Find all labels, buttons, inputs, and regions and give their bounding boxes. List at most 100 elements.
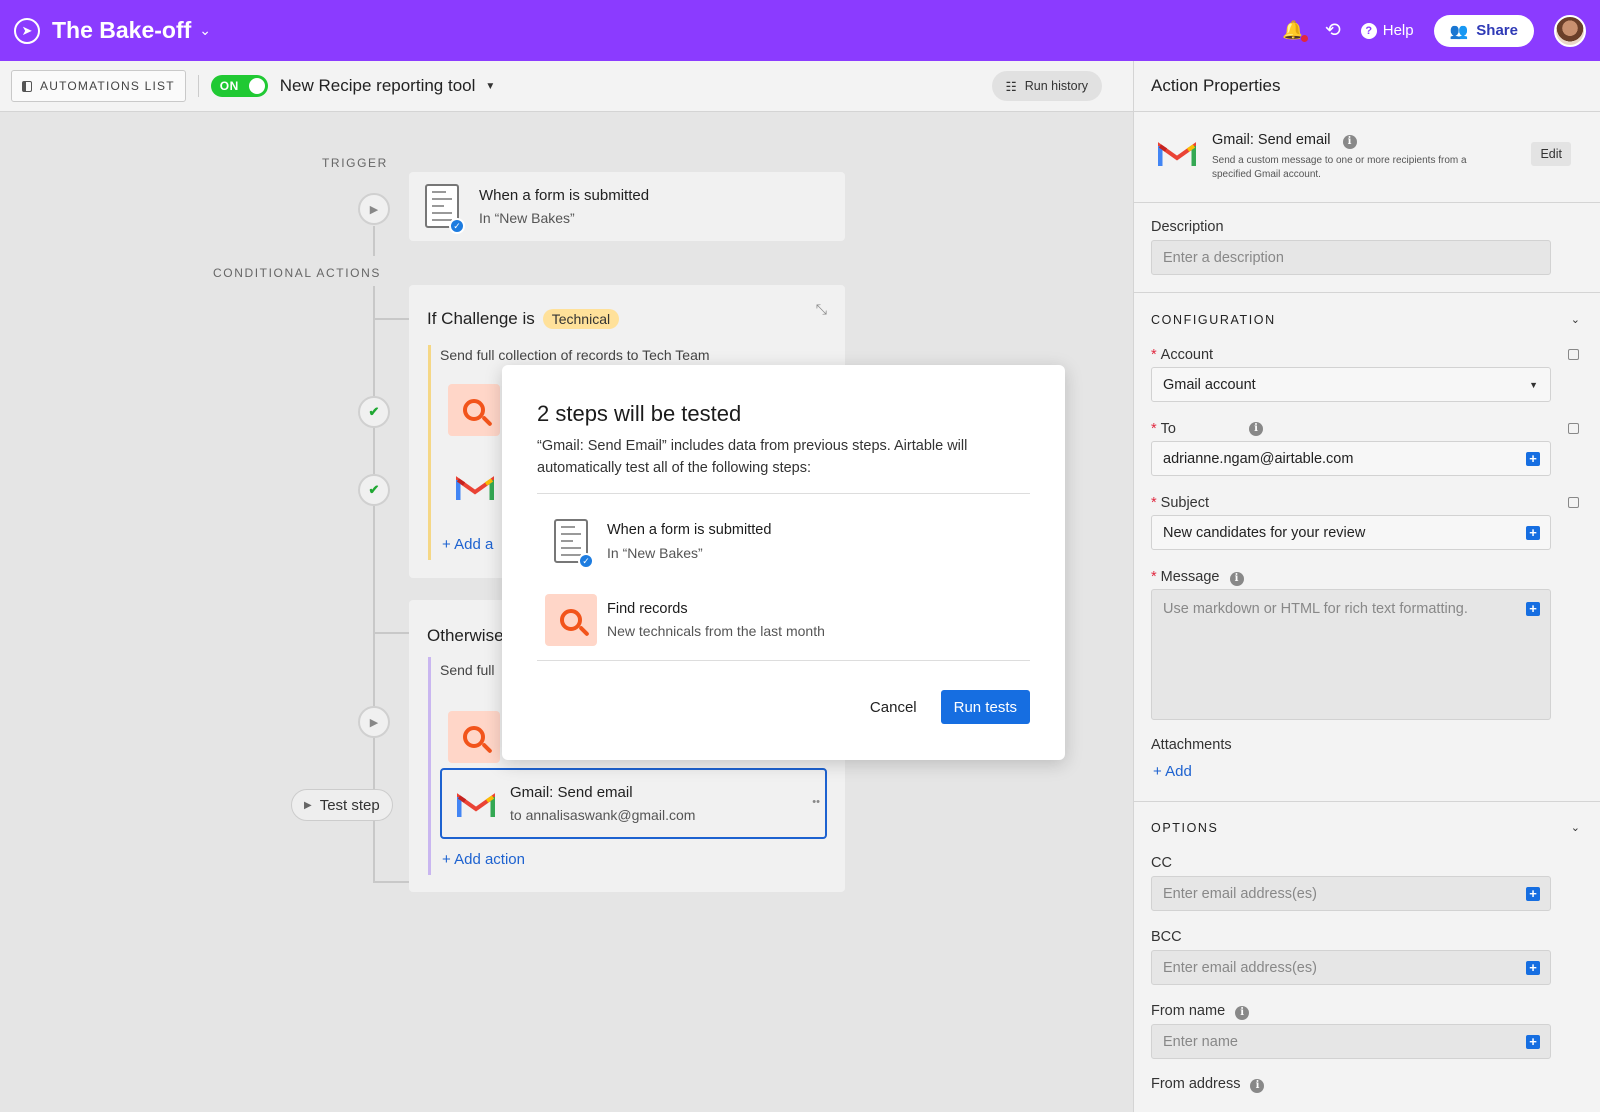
bell-icon[interactable]: 🔔 xyxy=(1282,20,1309,43)
selected-gmail-step[interactable]: Gmail: Send email to annalisaswank@gmail… xyxy=(440,768,827,839)
insert-field-icon[interactable]: + xyxy=(1526,525,1540,540)
info-icon[interactable]: i xyxy=(1250,1079,1265,1093)
from-name-input[interactable]: Enter name + xyxy=(1151,1024,1551,1059)
account-select[interactable]: Gmail account ▼ xyxy=(1151,367,1551,402)
drag-handle-icon[interactable]: •• xyxy=(812,796,820,808)
modal-title: 2 steps will be tested xyxy=(537,401,742,426)
gmail-step-subtitle: to annalisaswank@gmail.com xyxy=(510,807,696,823)
list-item: ✓ When a form is submitted In “New Bakes… xyxy=(537,494,1030,572)
play-node-icon[interactable]: ▶ xyxy=(358,706,390,738)
bcc-placeholder: Enter email address(es) xyxy=(1163,959,1317,976)
avatar[interactable] xyxy=(1554,14,1586,47)
caret-down-icon: ▼ xyxy=(1529,379,1538,390)
share-button[interactable]: 👥 Share xyxy=(1433,14,1534,47)
play-node-icon[interactable]: ▶ xyxy=(358,193,390,225)
subject-input[interactable]: New candidates for your review + xyxy=(1151,515,1551,550)
insert-field-icon[interactable]: + xyxy=(1526,451,1540,466)
top-bar: ➤ The Bake-off ⌄ 🔔 ⟲ ? Help 👥 Share xyxy=(0,0,1600,61)
connector-line xyxy=(373,318,410,320)
chevron-down-icon[interactable]: ⌄ xyxy=(1571,313,1580,326)
edit-button[interactable]: Edit xyxy=(1531,142,1571,166)
message-label: Message xyxy=(1160,569,1220,585)
cc-label: CC xyxy=(1151,855,1172,871)
trigger-subtitle: In “New Bakes” xyxy=(479,210,575,226)
search-icon xyxy=(545,594,597,646)
automation-toolbar: AUTOMATIONS LIST ON New Recipe reporting… xyxy=(0,61,1133,112)
bcc-input[interactable]: Enter email address(es) + xyxy=(1151,950,1551,985)
to-input[interactable]: adrianne.ngam@airtable.com + xyxy=(1151,441,1551,476)
divider xyxy=(197,75,199,97)
action-summary: Gmail: Send email i Send a custom messag… xyxy=(1134,112,1600,203)
info-icon[interactable]: i xyxy=(1235,1006,1250,1020)
cc-input[interactable]: Enter email address(es) + xyxy=(1151,876,1551,911)
action-properties-panel: Action Properties Gmail: Send email i Se… xyxy=(1133,61,1600,1112)
cancel-button[interactable]: Cancel xyxy=(870,699,917,716)
base-title[interactable]: The Bake-off xyxy=(52,17,191,44)
check-node-icon[interactable]: ✔ xyxy=(358,396,390,428)
automation-toggle[interactable]: ON xyxy=(210,75,268,97)
trigger-label: TRIGGER xyxy=(322,156,388,170)
divider xyxy=(1134,292,1600,293)
divider xyxy=(537,660,1030,661)
attachments-label: Attachments xyxy=(1151,737,1232,753)
insert-field-icon[interactable]: + xyxy=(1526,960,1540,975)
condition-tag[interactable]: Technical xyxy=(542,309,620,329)
collapse-icon[interactable]: ⤡ xyxy=(816,301,827,318)
add-action-link[interactable]: + Add action xyxy=(442,851,525,868)
from-name-label: From name xyxy=(1151,1003,1226,1019)
share-label: Share xyxy=(1476,22,1518,39)
insert-field-icon[interactable]: + xyxy=(1526,886,1540,901)
add-action-link[interactable]: + Add a xyxy=(442,536,493,553)
insert-field-icon[interactable]: + xyxy=(1526,602,1540,616)
toggle-label: ON xyxy=(219,79,239,93)
history-icon[interactable]: ⟲ xyxy=(1325,19,1341,42)
chevron-down-icon[interactable]: ⌄ xyxy=(199,22,211,39)
insert-field-icon[interactable]: + xyxy=(1526,1034,1540,1049)
run-history-label: Run history xyxy=(1024,79,1088,93)
branch-description: Send full xyxy=(440,662,495,678)
run-tests-button[interactable]: Run tests xyxy=(940,690,1030,724)
action-description: Send a custom message to one or more rec… xyxy=(1212,155,1467,180)
configuration-header[interactable]: CONFIGURATION xyxy=(1151,313,1276,327)
options-header[interactable]: OPTIONS xyxy=(1151,821,1218,835)
info-icon[interactable]: i xyxy=(1342,135,1357,149)
gmail-icon[interactable] xyxy=(456,474,494,502)
step-subtitle: New technicals from the last month xyxy=(607,623,825,639)
external-link-icon[interactable] xyxy=(1568,423,1579,434)
from-address-label: From address xyxy=(1151,1076,1241,1092)
branch-bar xyxy=(428,345,431,560)
step-title: Find records xyxy=(607,601,688,617)
list-icon: ☷ xyxy=(1005,79,1017,94)
info-icon[interactable]: i xyxy=(1249,422,1263,436)
external-link-icon[interactable] xyxy=(1568,349,1579,360)
message-textarea[interactable]: Use markdown or HTML for rich text forma… xyxy=(1151,589,1551,720)
search-icon[interactable] xyxy=(448,711,500,763)
run-history-button[interactable]: ☷ Run history xyxy=(991,71,1102,101)
condition-title: If Challenge is xyxy=(427,309,535,328)
automations-list-button[interactable]: AUTOMATIONS LIST xyxy=(11,70,186,102)
automation-name[interactable]: New Recipe reporting tool xyxy=(280,76,476,96)
step-title: When a form is submitted xyxy=(607,522,772,538)
help-button[interactable]: ? Help xyxy=(1360,22,1414,39)
description-input[interactable]: Enter a description xyxy=(1151,240,1551,275)
info-icon[interactable]: i xyxy=(1229,572,1244,586)
add-attachment-link[interactable]: + Add xyxy=(1153,763,1192,780)
message-placeholder: Use markdown or HTML for rich text forma… xyxy=(1163,601,1468,617)
chevron-down-icon[interactable]: ⌄ xyxy=(1571,821,1580,834)
compass-icon[interactable]: ➤ xyxy=(14,17,40,44)
external-link-icon[interactable] xyxy=(1568,497,1579,508)
search-icon[interactable] xyxy=(448,384,500,436)
to-label: To xyxy=(1160,421,1176,437)
caret-down-icon[interactable]: ▼ xyxy=(485,81,495,92)
gmail-icon xyxy=(1158,140,1196,168)
branch-description: Send full collection of records to Tech … xyxy=(440,347,710,363)
test-step-button[interactable]: ▶ Test step xyxy=(291,789,393,821)
action-name: Gmail: Send email xyxy=(1212,132,1331,148)
bcc-label: BCC xyxy=(1151,929,1182,945)
connector-line xyxy=(373,632,410,634)
check-node-icon[interactable]: ✔ xyxy=(358,474,390,506)
test-step-label: Test step xyxy=(319,796,380,814)
trigger-card[interactable]: ✓ When a form is submitted In “New Bakes… xyxy=(409,172,845,241)
list-item: Find records New technicals from the las… xyxy=(537,572,1030,650)
cc-placeholder: Enter email address(es) xyxy=(1163,885,1317,902)
